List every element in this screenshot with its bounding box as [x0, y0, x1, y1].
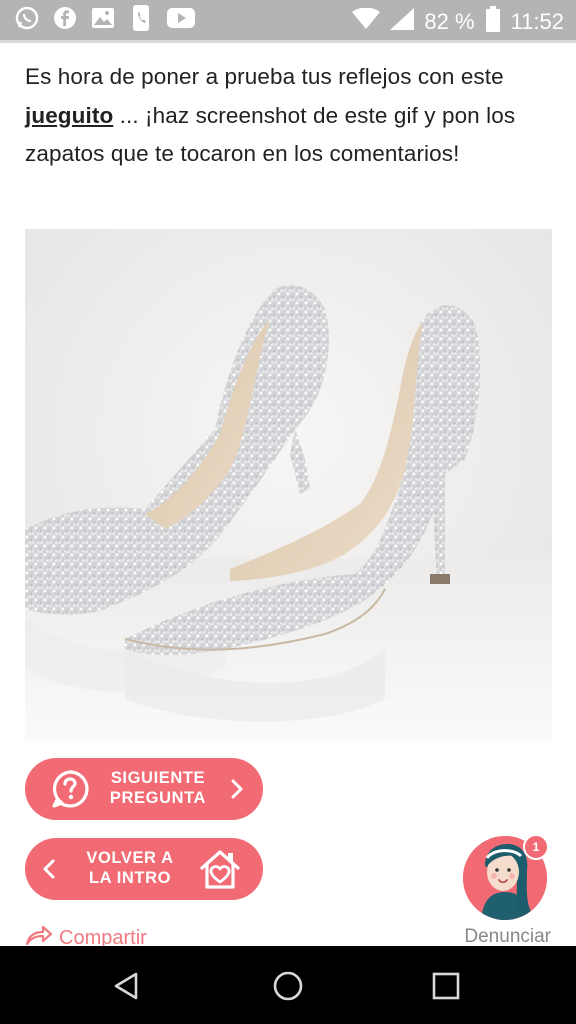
notification-badge: 1 [523, 834, 549, 860]
next-question-button[interactable]: SIGUIENTE PREGUNTA [25, 758, 263, 820]
back-to-intro-line2: LA INTRO [88, 869, 172, 887]
next-question-line1: SIGUIENTE [110, 769, 206, 787]
signal-icon [390, 8, 415, 36]
next-question-label: SIGUIENTE PREGUNTA [103, 768, 213, 808]
next-question-line2: PREGUNTA [109, 789, 207, 807]
battery-icon [485, 6, 501, 38]
header-divider [0, 40, 576, 43]
chevron-right-icon [231, 779, 243, 804]
back-nav-icon[interactable] [104, 964, 148, 1008]
system-status: 82 % 11:52 [352, 6, 564, 38]
facebook-icon [52, 5, 78, 31]
home-heart-icon [197, 847, 243, 896]
gallery-icon [90, 5, 116, 31]
back-to-intro-line1: VOLVER A [86, 849, 174, 867]
notification-icons [14, 5, 196, 31]
system-navigation-bar [0, 946, 576, 1024]
assistant-avatar-button[interactable]: 1 [463, 834, 551, 922]
post-text: Es hora de poner a prueba tus reflejos c… [25, 58, 555, 174]
wifi-icon [352, 7, 381, 36]
status-bar: 82 % 11:52 [0, 0, 576, 40]
phone-app-icon [128, 5, 154, 31]
back-to-intro-button[interactable]: VOLVER A LA INTRO [25, 838, 263, 900]
youtube-icon [166, 5, 196, 31]
question-circle-icon [50, 769, 90, 809]
clock: 11:52 [510, 9, 564, 34]
report-link[interactable]: Denunciar [464, 926, 551, 948]
home-nav-icon[interactable] [266, 964, 310, 1008]
post-text-before-link: Es hora de poner a prueba tus reflejos c… [25, 64, 504, 89]
recents-nav-icon[interactable] [424, 964, 468, 1008]
game-link[interactable]: jueguito [25, 103, 113, 128]
glitter-shoes-illustration [25, 229, 552, 741]
whatsapp-icon [14, 5, 40, 31]
battery-percent: 82 % [424, 9, 475, 34]
post-actions: Compartir Denunciar [0, 920, 576, 949]
post-image [25, 229, 552, 741]
back-to-intro-label: VOLVER A LA INTRO [75, 848, 185, 888]
chevron-left-icon [43, 859, 55, 884]
